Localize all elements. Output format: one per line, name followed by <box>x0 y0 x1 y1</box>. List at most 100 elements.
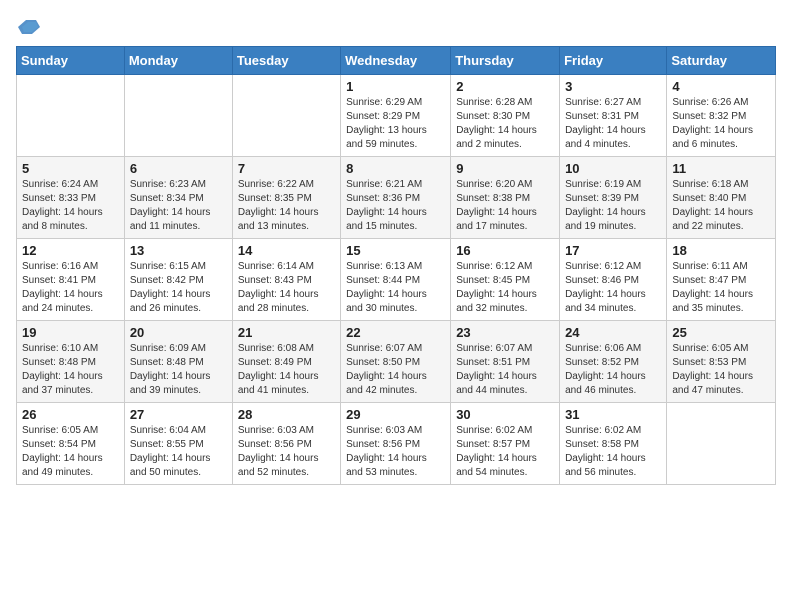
calendar-cell: 9Sunrise: 6:20 AMSunset: 8:38 PMDaylight… <box>451 157 560 239</box>
day-info: Sunrise: 6:05 AMSunset: 8:53 PMDaylight:… <box>672 342 770 398</box>
calendar-cell <box>124 75 232 157</box>
day-number: 20 <box>130 325 227 340</box>
day-number: 25 <box>672 325 770 340</box>
day-number: 2 <box>456 79 554 94</box>
calendar-cell: 13 Sunrise: 6:15 AMSunset: 8:42 PMDayligh… <box>124 239 232 321</box>
day-info: Sunrise: 6:02 AMSunset: 8:57 PMDaylight:… <box>456 424 554 480</box>
day-info: Sunrise: 6:07 AMSunset: 8:51 PMDaylight:… <box>456 342 554 398</box>
day-number: 12 <box>22 243 119 258</box>
day-info: Sunrise: 6:19 AMSunset: 8:39 PMDaylight:… <box>565 178 661 234</box>
calendar-cell: 28 Sunrise: 6:03 AMSunset: 8:56 PMDayligh… <box>232 403 340 485</box>
col-header-tuesday: Tuesday <box>232 47 340 75</box>
calendar-cell: 7 Sunrise: 6:22 AMSunset: 8:35 PMDaylight… <box>232 157 340 239</box>
calendar-cell: 8Sunrise: 6:21 AMSunset: 8:36 PMDaylight… <box>341 157 451 239</box>
day-number: 27 <box>130 407 227 422</box>
calendar-cell: 31 Sunrise: 6:02 AMSunset: 8:58 PMDayligh… <box>560 403 667 485</box>
day-number: 23 <box>456 325 554 340</box>
day-info: Sunrise: 6:09 AMSunset: 8:48 PMDaylight:… <box>130 342 227 398</box>
day-number: 13 <box>130 243 227 258</box>
day-number: 4 <box>672 79 770 94</box>
day-number: 18 <box>672 243 770 258</box>
day-info: Sunrise: 6:03 AMSunset: 8:56 PMDaylight:… <box>238 424 335 480</box>
day-number: 21 <box>238 325 335 340</box>
day-info: Sunrise: 6:10 AMSunset: 8:48 PMDaylight:… <box>22 342 119 398</box>
calendar-cell: 11Sunrise: 6:18 AMSunset: 8:40 PMDayligh… <box>667 157 776 239</box>
day-number: 15 <box>346 243 445 258</box>
day-info: Sunrise: 6:08 AMSunset: 8:49 PMDaylight:… <box>238 342 335 398</box>
calendar-week-row: 1 Sunrise: 6:29 AMSunset: 8:29 PMDaylight… <box>17 75 776 157</box>
col-header-sunday: Sunday <box>17 47 125 75</box>
day-number: 16 <box>456 243 554 258</box>
day-number: 14 <box>238 243 335 258</box>
col-header-thursday: Thursday <box>451 47 560 75</box>
col-header-saturday: Saturday <box>667 47 776 75</box>
calendar-table: SundayMondayTuesdayWednesdayThursdayFrid… <box>16 46 776 485</box>
day-info: Sunrise: 6:16 AMSunset: 8:41 PMDaylight:… <box>22 260 119 316</box>
day-info: Sunrise: 6:03 AMSunset: 8:56 PMDaylight:… <box>346 424 445 480</box>
col-header-monday: Monday <box>124 47 232 75</box>
calendar-cell: 12 Sunrise: 6:16 AMSunset: 8:41 PMDayligh… <box>17 239 125 321</box>
page-header <box>16 16 776 34</box>
day-number: 5 <box>22 161 119 176</box>
calendar-cell: 16 Sunrise: 6:12 AMSunset: 8:45 PMDayligh… <box>451 239 560 321</box>
day-info: Sunrise: 6:11 AMSunset: 8:47 PMDaylight:… <box>672 260 770 316</box>
day-number: 28 <box>238 407 335 422</box>
calendar-cell: 27Sunrise: 6:04 AMSunset: 8:55 PMDayligh… <box>124 403 232 485</box>
day-info: Sunrise: 6:12 AMSunset: 8:45 PMDaylight:… <box>456 260 554 316</box>
calendar-cell: 15Sunrise: 6:13 AMSunset: 8:44 PMDayligh… <box>341 239 451 321</box>
day-number: 7 <box>238 161 335 176</box>
day-number: 31 <box>565 407 661 422</box>
calendar-cell: 6 Sunrise: 6:23 AMSunset: 8:34 PMDaylight… <box>124 157 232 239</box>
day-info: Sunrise: 6:18 AMSunset: 8:40 PMDaylight:… <box>672 178 770 234</box>
calendar-cell: 25 Sunrise: 6:05 AMSunset: 8:53 PMDayligh… <box>667 321 776 403</box>
calendar-cell: 18 Sunrise: 6:11 AMSunset: 8:47 PMDayligh… <box>667 239 776 321</box>
day-info: Sunrise: 6:22 AMSunset: 8:35 PMDaylight:… <box>238 178 335 234</box>
calendar-week-row: 12 Sunrise: 6:16 AMSunset: 8:41 PMDayligh… <box>17 239 776 321</box>
day-info: Sunrise: 6:27 AMSunset: 8:31 PMDaylight:… <box>565 96 661 152</box>
day-info: Sunrise: 6:07 AMSunset: 8:50 PMDaylight:… <box>346 342 445 398</box>
calendar-cell: 19Sunrise: 6:10 AMSunset: 8:48 PMDayligh… <box>17 321 125 403</box>
calendar-cell: 10 Sunrise: 6:19 AMSunset: 8:39 PMDayligh… <box>560 157 667 239</box>
day-info: Sunrise: 6:21 AMSunset: 8:36 PMDaylight:… <box>346 178 445 234</box>
day-number: 26 <box>22 407 119 422</box>
day-info: Sunrise: 6:28 AMSunset: 8:30 PMDaylight:… <box>456 96 554 152</box>
calendar-cell: 30 Sunrise: 6:02 AMSunset: 8:57 PMDayligh… <box>451 403 560 485</box>
calendar-week-row: 26 Sunrise: 6:05 AMSunset: 8:54 PMDayligh… <box>17 403 776 485</box>
day-info: Sunrise: 6:29 AMSunset: 8:29 PMDaylight:… <box>346 96 445 152</box>
calendar-cell: 21 Sunrise: 6:08 AMSunset: 8:49 PMDayligh… <box>232 321 340 403</box>
calendar-cell: 23 Sunrise: 6:07 AMSunset: 8:51 PMDayligh… <box>451 321 560 403</box>
calendar-cell: 29 Sunrise: 6:03 AMSunset: 8:56 PMDayligh… <box>341 403 451 485</box>
calendar-cell: 1 Sunrise: 6:29 AMSunset: 8:29 PMDaylight… <box>341 75 451 157</box>
day-info: Sunrise: 6:06 AMSunset: 8:52 PMDaylight:… <box>565 342 661 398</box>
day-number: 1 <box>346 79 445 94</box>
day-info: Sunrise: 6:15 AMSunset: 8:42 PMDaylight:… <box>130 260 227 316</box>
day-number: 3 <box>565 79 661 94</box>
calendar-cell: 22 Sunrise: 6:07 AMSunset: 8:50 PMDayligh… <box>341 321 451 403</box>
calendar-cell: 20 Sunrise: 6:09 AMSunset: 8:48 PMDayligh… <box>124 321 232 403</box>
logo <box>16 16 40 34</box>
day-number: 22 <box>346 325 445 340</box>
day-number: 6 <box>130 161 227 176</box>
calendar-cell: 5Sunrise: 6:24 AMSunset: 8:33 PMDaylight… <box>17 157 125 239</box>
day-info: Sunrise: 6:05 AMSunset: 8:54 PMDaylight:… <box>22 424 119 480</box>
calendar-week-row: 5Sunrise: 6:24 AMSunset: 8:33 PMDaylight… <box>17 157 776 239</box>
day-number: 10 <box>565 161 661 176</box>
day-info: Sunrise: 6:02 AMSunset: 8:58 PMDaylight:… <box>565 424 661 480</box>
calendar-cell <box>667 403 776 485</box>
logo-icon <box>18 16 40 38</box>
calendar-cell <box>232 75 340 157</box>
calendar-cell: 14 Sunrise: 6:14 AMSunset: 8:43 PMDayligh… <box>232 239 340 321</box>
day-info: Sunrise: 6:26 AMSunset: 8:32 PMDaylight:… <box>672 96 770 152</box>
calendar-header-row: SundayMondayTuesdayWednesdayThursdayFrid… <box>17 47 776 75</box>
day-info: Sunrise: 6:23 AMSunset: 8:34 PMDaylight:… <box>130 178 227 234</box>
day-info: Sunrise: 6:20 AMSunset: 8:38 PMDaylight:… <box>456 178 554 234</box>
day-number: 24 <box>565 325 661 340</box>
day-info: Sunrise: 6:12 AMSunset: 8:46 PMDaylight:… <box>565 260 661 316</box>
calendar-cell: 3 Sunrise: 6:27 AMSunset: 8:31 PMDaylight… <box>560 75 667 157</box>
day-number: 29 <box>346 407 445 422</box>
calendar-week-row: 19Sunrise: 6:10 AMSunset: 8:48 PMDayligh… <box>17 321 776 403</box>
day-number: 30 <box>456 407 554 422</box>
day-info: Sunrise: 6:14 AMSunset: 8:43 PMDaylight:… <box>238 260 335 316</box>
calendar-cell: 2 Sunrise: 6:28 AMSunset: 8:30 PMDaylight… <box>451 75 560 157</box>
col-header-wednesday: Wednesday <box>341 47 451 75</box>
